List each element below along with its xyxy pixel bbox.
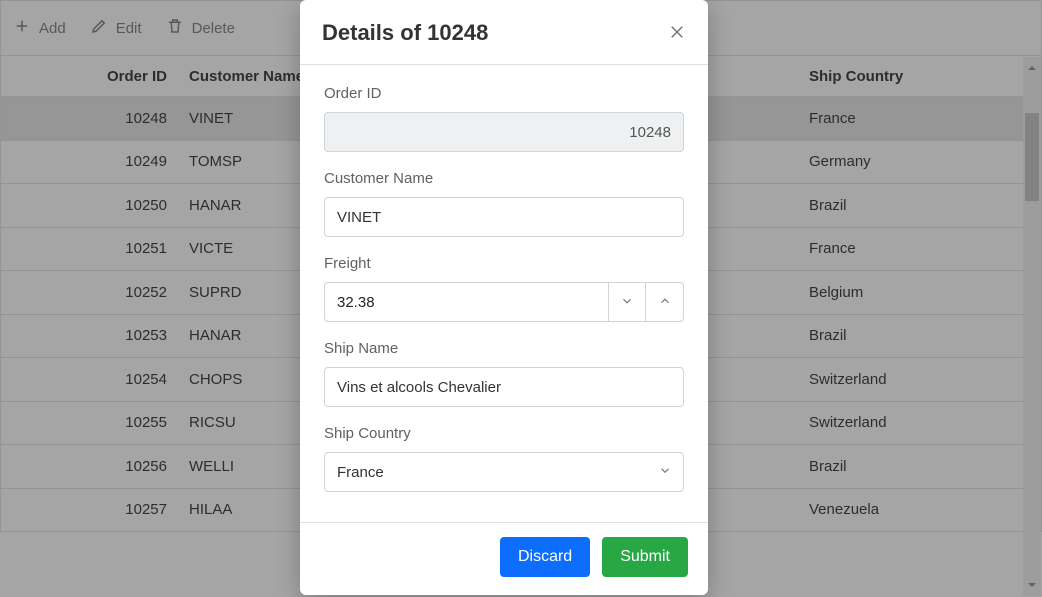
dialog-footer: Discard Submit — [300, 522, 708, 595]
chevron-up-icon — [658, 294, 672, 311]
order-id-field: 10248 — [324, 112, 684, 152]
label-ship-country: Ship Country — [324, 425, 684, 442]
form-group-customer-name: Customer Name VINET — [324, 170, 684, 237]
label-order-id: Order ID — [324, 85, 684, 102]
form-group-ship-name: Ship Name Vins et alcools Chevalier — [324, 340, 684, 407]
dialog-header: Details of 10248 — [300, 0, 708, 65]
ship-country-dropdown[interactable]: France — [324, 452, 684, 492]
freight-decrement-button[interactable] — [608, 282, 646, 322]
dialog-body: Order ID 10248 Customer Name VINET Freig… — [300, 65, 708, 522]
form-group-freight: Freight 32.38 — [324, 255, 684, 322]
label-freight: Freight — [324, 255, 684, 272]
submit-button[interactable]: Submit — [602, 537, 688, 577]
close-button[interactable] — [668, 23, 686, 44]
dialog-title: Details of 10248 — [322, 20, 488, 46]
dialog: Details of 10248 Order ID 10248 Customer… — [300, 0, 708, 595]
ship-country-value: France — [324, 452, 684, 492]
label-customer-name: Customer Name — [324, 170, 684, 187]
chevron-down-icon — [620, 294, 634, 311]
customer-name-field[interactable]: VINET — [324, 197, 684, 237]
label-ship-name: Ship Name — [324, 340, 684, 357]
close-icon — [668, 28, 686, 44]
form-group-ship-country: Ship Country France — [324, 425, 684, 492]
form-group-order-id: Order ID 10248 — [324, 85, 684, 152]
freight-stepper: 32.38 — [324, 282, 684, 322]
ship-name-field[interactable]: Vins et alcools Chevalier — [324, 367, 684, 407]
freight-field[interactable]: 32.38 — [324, 282, 608, 322]
freight-increment-button[interactable] — [646, 282, 684, 322]
discard-button[interactable]: Discard — [500, 537, 590, 577]
